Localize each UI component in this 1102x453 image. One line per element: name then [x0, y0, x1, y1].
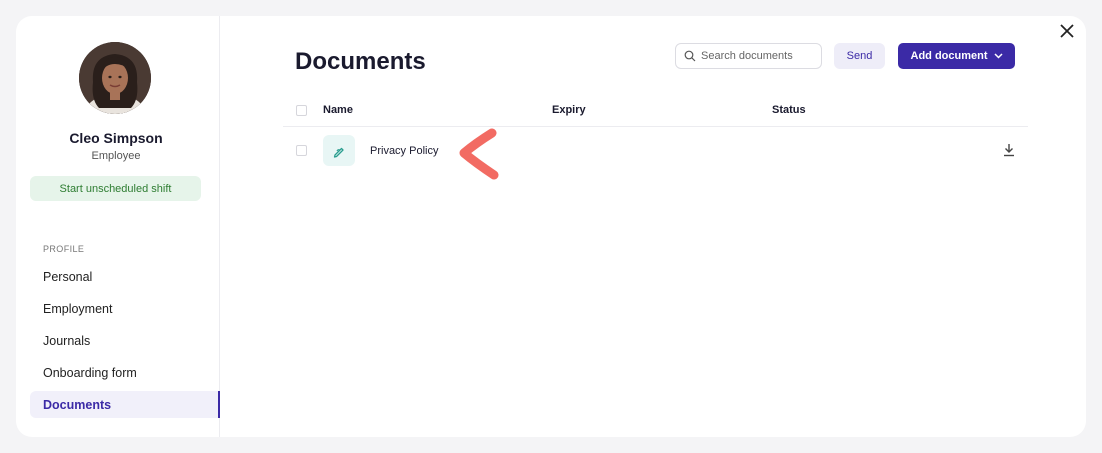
sidebar-item-documents[interactable]: Documents [30, 391, 220, 418]
page-title: Documents [295, 48, 426, 75]
row-checkbox[interactable] [296, 145, 307, 156]
column-header-name: Name [323, 104, 353, 116]
add-document-button[interactable]: Add document [898, 43, 1015, 69]
select-all-checkbox[interactable] [296, 105, 307, 116]
user-name: Cleo Simpson [69, 130, 163, 146]
start-unscheduled-shift-button[interactable]: Start unscheduled shift [30, 176, 201, 201]
column-header-status: Status [772, 104, 806, 116]
sidebar-item-journals[interactable]: Journals [30, 327, 220, 354]
search-box[interactable] [675, 43, 822, 69]
add-document-label: Add document [910, 50, 988, 62]
profile-section-label: PROFILE [43, 244, 85, 254]
send-button[interactable]: Send [834, 43, 885, 69]
table-row[interactable]: Privacy Policy [283, 133, 1028, 169]
user-role: Employee [91, 150, 141, 162]
sidebar-item-personal[interactable]: Personal [30, 263, 220, 290]
table-header: Name Expiry Status [283, 100, 1028, 127]
download-icon[interactable] [1003, 143, 1015, 157]
document-pen-icon [323, 135, 355, 166]
document-name: Privacy Policy [370, 145, 439, 157]
search-icon [684, 50, 696, 62]
column-header-expiry: Expiry [552, 104, 586, 116]
profile-sidebar: Cleo Simpson Employee Start unscheduled … [16, 16, 220, 437]
avatar-portrait [79, 42, 151, 114]
sidebar-item-employment[interactable]: Employment [30, 295, 220, 322]
documents-panel: Documents Send Add document Name Expiry … [220, 16, 1086, 437]
employee-modal: Cleo Simpson Employee Start unscheduled … [16, 16, 1086, 437]
close-icon[interactable] [1058, 22, 1076, 40]
chevron-down-icon [993, 53, 1003, 59]
annotation-arrow-icon [459, 128, 499, 180]
search-input[interactable] [701, 50, 816, 62]
avatar [79, 42, 151, 114]
sidebar-item-onboarding-form[interactable]: Onboarding form [30, 359, 220, 386]
